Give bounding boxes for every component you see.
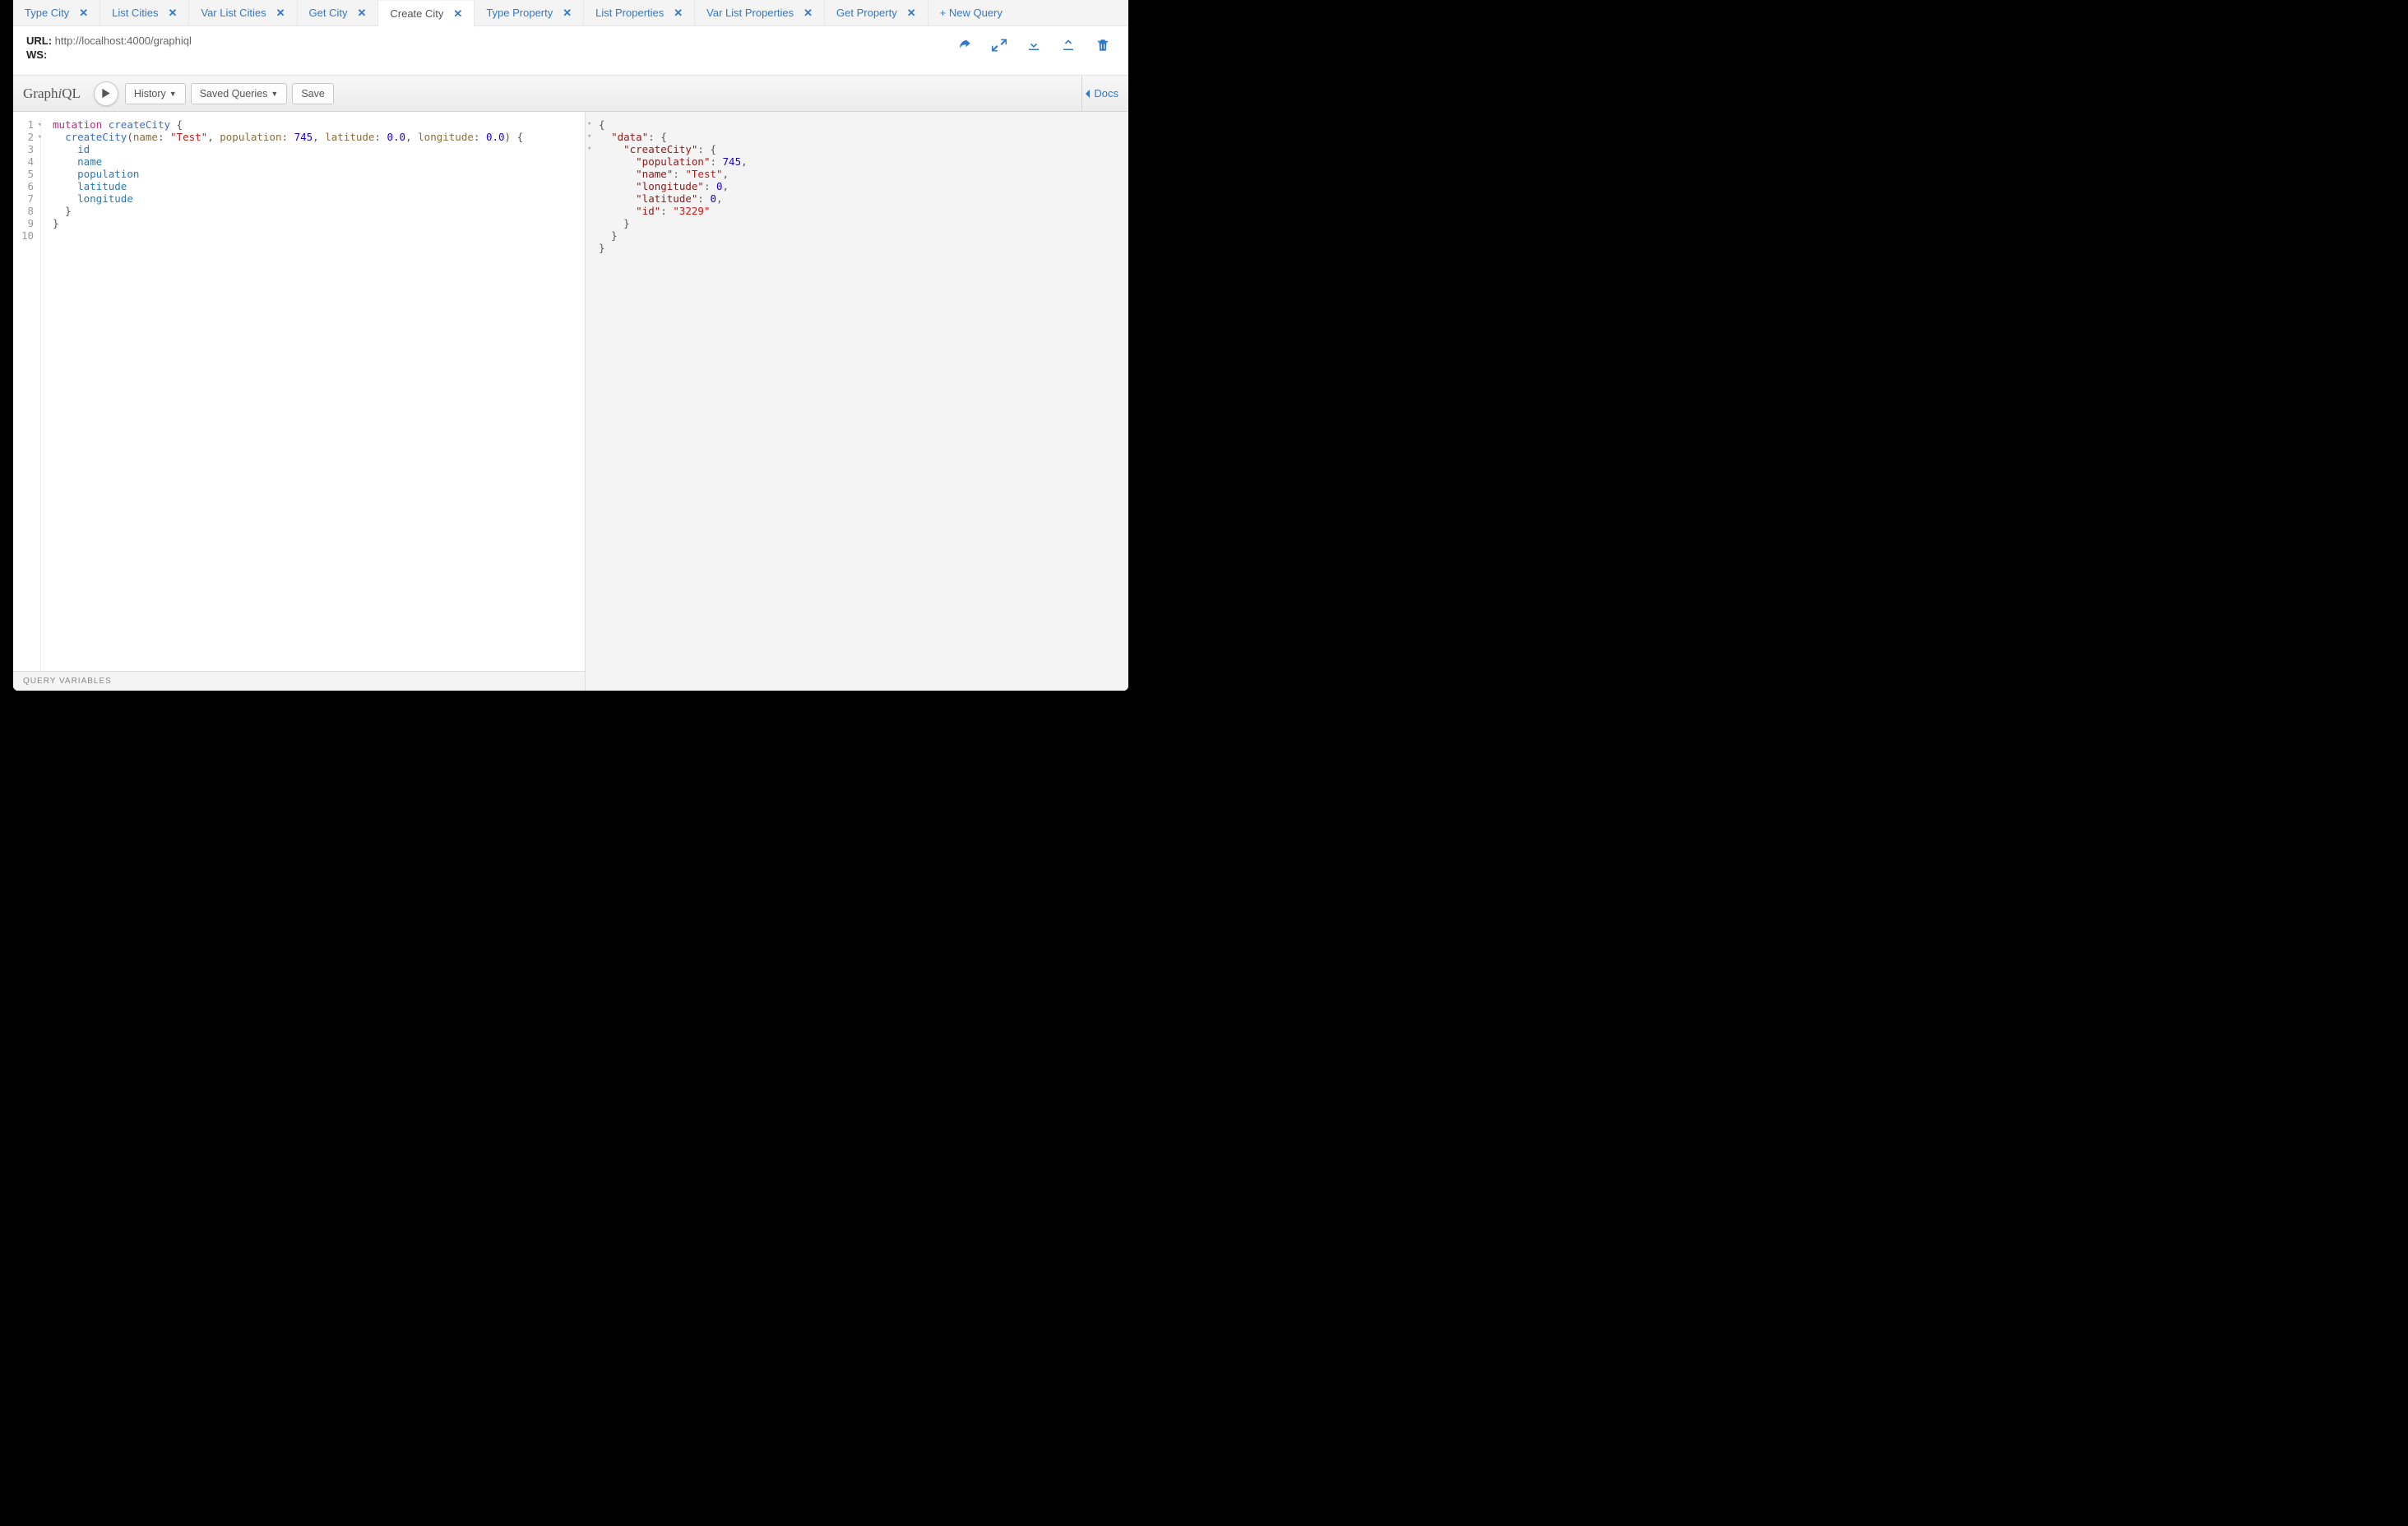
tab-label: Var List Properties — [706, 7, 794, 19]
tab-label: Type Property — [486, 7, 553, 19]
query-editor[interactable]: 1▾2▾345678910 mutation createCity { crea… — [13, 112, 585, 671]
close-icon[interactable]: ✕ — [79, 7, 88, 20]
tab-label: List Cities — [112, 7, 158, 19]
saved-queries-label: Saved Queries — [200, 88, 268, 99]
logo-text-pre: Graph — [23, 86, 58, 101]
tab-get-property[interactable]: Get Property ✕ — [825, 0, 928, 25]
query-code[interactable]: mutation createCity { createCity(name: "… — [41, 118, 523, 671]
tab-var-list-cities[interactable]: Var List Cities ✕ — [189, 0, 297, 25]
url-label: URL: — [26, 35, 52, 47]
query-tabs: Type City✕List Cities✕Var List Cities✕Ge… — [13, 0, 1128, 26]
line-gutter: 1▾2▾345678910 — [13, 118, 41, 671]
editor-toolbar: GraphiQL History▼ Saved Queries▼ Save Do… — [13, 76, 1128, 112]
result-json[interactable]: ▾{ ▾ "data": { ▾ "createCity": { "popula… — [586, 112, 1128, 254]
connection-bar: URL: http://localhost:4000/graphiql WS: — [13, 26, 1128, 76]
tab-label: Get City — [309, 7, 348, 19]
trash-icon[interactable] — [1095, 38, 1110, 53]
tab-list-cities[interactable]: List Cities ✕ — [100, 0, 189, 25]
app-window: Type City✕List Cities✕Var List Cities✕Ge… — [13, 0, 1128, 691]
ws-label: WS: — [26, 49, 47, 61]
tab-label: List Properties — [595, 7, 664, 19]
download-icon[interactable] — [1026, 38, 1041, 53]
caret-down-icon: ▼ — [169, 90, 177, 98]
connection-actions — [957, 35, 1115, 53]
tab-label: Var List Cities — [201, 7, 266, 19]
toolbar-divider — [1081, 76, 1082, 111]
tab-create-city[interactable]: Create City ✕ — [378, 1, 475, 27]
query-pane: 1▾2▾345678910 mutation createCity { crea… — [13, 112, 586, 691]
tab-list-properties[interactable]: List Properties ✕ — [584, 0, 695, 25]
execute-button[interactable] — [94, 81, 118, 106]
docs-toggle[interactable]: Docs — [1084, 87, 1118, 99]
tab-type-city[interactable]: Type City ✕ — [13, 0, 100, 25]
tab-label: Get Property — [836, 7, 897, 19]
close-icon[interactable]: ✕ — [276, 7, 285, 20]
close-icon[interactable]: ✕ — [674, 7, 683, 20]
close-icon[interactable]: ✕ — [563, 7, 572, 20]
tab-var-list-properties[interactable]: Var List Properties ✕ — [695, 0, 825, 25]
editor-area: 1▾2▾345678910 mutation createCity { crea… — [13, 112, 1128, 691]
close-icon[interactable]: ✕ — [907, 7, 916, 20]
share-icon[interactable] — [957, 38, 972, 53]
upload-icon[interactable] — [1061, 38, 1076, 53]
expand-icon[interactable] — [992, 38, 1007, 53]
new-query-tab[interactable]: + New Query — [928, 0, 1014, 25]
close-icon[interactable]: ✕ — [453, 7, 462, 21]
tab-label: Type City — [25, 7, 69, 19]
save-button[interactable]: Save — [292, 83, 334, 104]
chevron-left-icon — [1084, 89, 1091, 99]
saved-queries-button[interactable]: Saved Queries▼ — [191, 83, 288, 104]
url-value: http://localhost:4000/graphiql — [55, 35, 192, 47]
connection-info: URL: http://localhost:4000/graphiql WS: — [26, 35, 192, 62]
save-label: Save — [301, 88, 325, 99]
play-icon — [101, 88, 111, 99]
caret-down-icon: ▼ — [271, 90, 278, 98]
tab-label: Create City — [390, 7, 443, 20]
tab-get-city[interactable]: Get City ✕ — [298, 0, 379, 25]
history-label: History — [134, 88, 166, 99]
result-pane: ▾{ ▾ "data": { ▾ "createCity": { "popula… — [586, 112, 1128, 691]
graphiql-logo: GraphiQL — [20, 86, 87, 102]
logo-text-post: QL — [62, 86, 81, 101]
query-variables-bar[interactable]: Query Variables — [13, 671, 585, 691]
close-icon[interactable]: ✕ — [803, 7, 813, 20]
docs-label: Docs — [1094, 87, 1118, 99]
tab-type-property[interactable]: Type Property ✕ — [475, 0, 584, 25]
history-button[interactable]: History▼ — [125, 83, 186, 104]
close-icon[interactable]: ✕ — [168, 7, 177, 20]
close-icon[interactable]: ✕ — [357, 7, 366, 20]
